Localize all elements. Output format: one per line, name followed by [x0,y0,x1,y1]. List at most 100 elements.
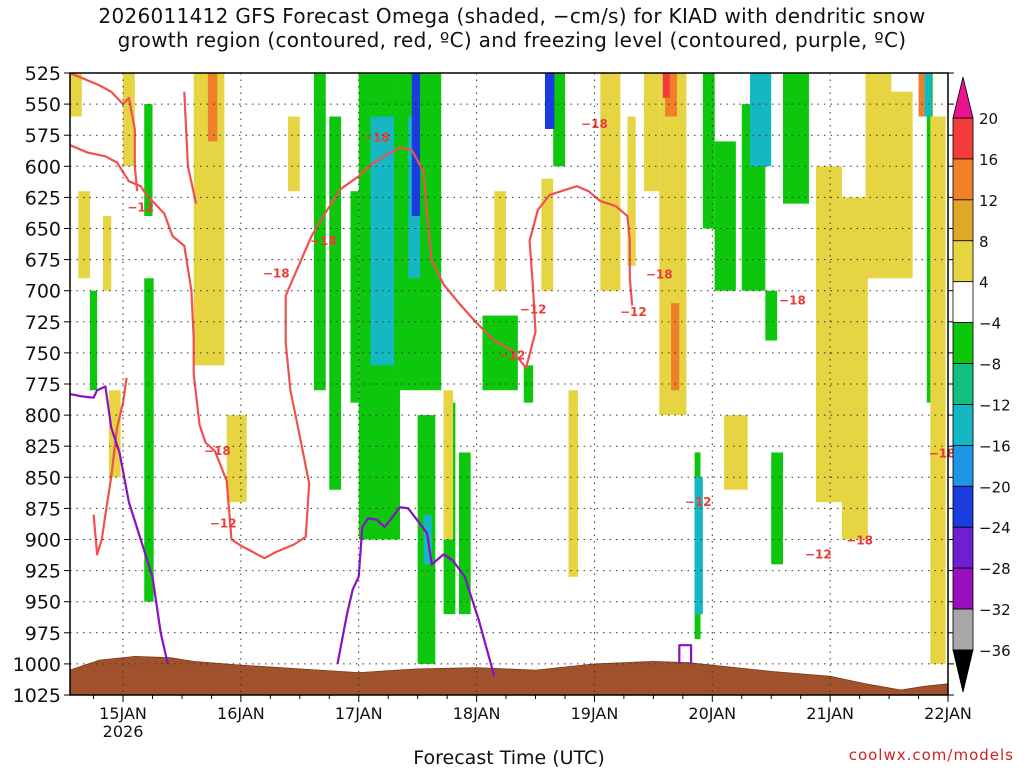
dgz-contour-label-10: −18 [646,268,673,282]
colorbar-swatch-9 [952,485,974,528]
colorbar-swatch-0 [952,117,974,160]
x-tick-label-2: 17JAN [335,704,383,723]
x-tick-label-5: 20JAN [688,704,736,723]
y-tick-label-10: 775 [25,374,61,396]
omega-cell-3-19 [816,166,842,503]
colorbar-swatch-8 [952,444,974,487]
omega-cell-3-9 [443,390,454,540]
omega-cell-1-5 [924,73,932,117]
x-tick-label-7: 22JAN [924,704,972,723]
omega-cell-0-8 [399,73,442,391]
colorbar-label-9: −20 [979,478,1011,496]
x-tick-label-6: 21JAN [806,704,854,723]
y-tick-label-13: 850 [25,467,61,489]
omega-cell-0-16 [702,73,715,229]
omega-cell-3-1 [78,191,91,279]
y-tick-label-18: 975 [25,623,61,645]
colorbar-swatch-4 [952,281,974,324]
colorbar-swatch-5 [952,322,974,364]
colorbar-bottom-arrow [952,649,974,693]
omega-cell-3-23 [930,116,946,664]
omega-cell-0-20 [783,73,809,204]
omega-cell-0-6 [350,191,359,403]
dgz-contour-label-0: −12 [127,200,154,214]
omega-cell-4-2 [671,303,680,391]
dgz-contour-label-13: −12 [805,547,832,561]
dgz-contour-label-14: −18 [846,534,873,548]
colorbar-label-1: 16 [979,151,998,169]
y-tick-label-1: 550 [25,94,61,116]
y-tick-label-16: 925 [25,561,61,583]
y-tick-label-5: 650 [25,219,61,241]
x-tick-label-0: 15JAN [99,704,147,723]
x-tick-label-1: 16JAN [217,704,265,723]
x-axis-title: Forecast Time (UTC) [413,747,604,768]
dgz-contour-label-7: −12 [520,302,547,316]
omega-cell-3-12 [568,390,578,577]
dgz-contour-label-1: −18 [263,266,290,280]
y-tick-label-14: 875 [25,498,61,520]
omega-cell-3-22 [889,91,913,279]
omega-cell-3-8 [288,116,300,192]
y-tick-label-0: 525 [25,63,61,85]
dgz-contour-label-6: −12 [499,348,526,362]
y-tick-label-7: 700 [25,281,61,303]
omega-time-height-chart: −12−18−18−12−18−18−12−12−18−12−18−12−18−… [13,63,1011,768]
colorbar-label-4: 4 [979,274,989,292]
y-tick-label-9: 750 [25,343,61,365]
x-tick-label-3: 18JAN [453,704,501,723]
omega-cell-0-4 [313,73,326,391]
colorbar-label-0: 20 [979,110,998,128]
dgz-contour-label-5: −18 [363,131,390,145]
colorbar-label-8: −16 [979,437,1011,455]
omega-cell-3-7 [226,415,247,503]
colorbar-swatch-11 [952,567,974,610]
colorbar-label-5: −4 [979,315,1001,333]
freezing-level-line-2 [678,644,693,664]
omega-cell-0-5 [329,116,342,490]
omega-cell-3-14 [627,116,636,266]
omega-cell-3-0 [70,73,82,117]
colorbar-label-6: −8 [979,356,1001,374]
freezing-level-line-1 [336,506,496,677]
dgz-contour-label-4: −18 [310,234,337,248]
omega-cell-4-0 [207,73,218,142]
omega-cell-2-0 [411,73,421,217]
omega-cell-3-10 [494,191,507,291]
y-tick-label-4: 625 [25,187,61,209]
y-tick-label-3: 600 [25,156,61,178]
omega-cell-3-21 [865,73,892,279]
y-tick-label-8: 725 [25,312,61,334]
y-tick-label-17: 950 [25,592,61,614]
y-tick-label-2: 575 [25,125,61,147]
y-tick-label-20: 1025 [13,685,61,707]
dgz-contour-label-3: −12 [210,516,237,530]
y-tick-label-12: 825 [25,436,61,458]
colorbar-swatch-3 [952,240,974,283]
dgz-contour-label-11: −12 [685,495,712,509]
omega-cell-3-13 [600,73,621,291]
omega-cell-3-11 [541,178,554,291]
dgz-contour-label-9: −12 [620,305,647,319]
y-tick-label-19: 1000 [13,654,61,676]
y-tick-label-15: 900 [25,530,61,552]
omega-cell-1-4 [750,73,772,167]
omega-cell-0-3 [90,290,98,391]
colorbar-label-13: −36 [979,642,1011,660]
colorbar-swatch-10 [952,526,974,569]
colorbar-label-2: 12 [979,192,998,210]
colorbar [952,76,974,693]
omega-cell-0-14 [553,73,565,167]
omega-cell-5-0 [662,73,670,98]
y-tick-label-6: 675 [25,250,61,272]
omega-cell-4-3 [918,73,925,117]
omega-shading [70,73,948,695]
colorbar-swatch-6 [952,363,974,405]
dgz-contour-label-15: −18 [929,447,956,461]
omega-cell-0-19 [765,290,778,341]
colorbar-label-10: −24 [979,519,1011,537]
colorbar-swatch-7 [952,404,974,446]
colorbar-label-11: −28 [979,560,1011,578]
colorbar-swatch-1 [952,158,974,201]
terrain-surface [70,655,948,695]
